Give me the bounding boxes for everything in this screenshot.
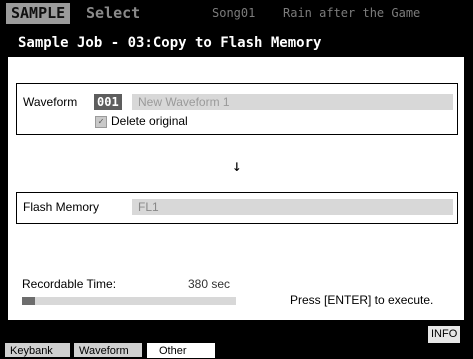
job-title: Sample Job - 03:Copy to Flash Memory — [18, 35, 322, 51]
song-name: Rain after the Game — [283, 6, 421, 20]
waveform-number-field[interactable]: 001 — [94, 94, 122, 110]
down-arrow-icon: ↓ — [232, 156, 242, 175]
tab-waveform[interactable]: Waveform — [73, 342, 143, 358]
recordable-time-label: Recordable Time: — [22, 277, 117, 291]
mode-badge: SAMPLE — [6, 3, 71, 24]
header-bar: SAMPLE Select Song01 Rain after the Game — [0, 0, 473, 27]
waveform-name-field[interactable]: New Waveform 1 — [132, 94, 453, 110]
flash-memory-label: Flash Memory — [23, 200, 100, 214]
delete-original-label: Delete original — [111, 114, 188, 128]
destination-box: Flash Memory FL1 — [16, 192, 458, 224]
delete-original-checkbox[interactable]: ✓ — [95, 116, 107, 128]
job-title-bar: Sample Job - 03:Copy to Flash Memory — [8, 29, 464, 57]
tab-keybank[interactable]: Keybank — [4, 342, 71, 358]
recordable-time-bar — [22, 297, 236, 305]
source-box: Waveform 001 New Waveform 1 ✓ Delete ori… — [16, 83, 458, 135]
job-panel: Sample Job - 03:Copy to Flash Memory Wav… — [6, 27, 466, 322]
recordable-time-bar-fill — [22, 297, 35, 305]
tab-other[interactable]: Other — [146, 342, 216, 358]
execute-prompt: Press [ENTER] to execute. — [290, 293, 434, 307]
flash-memory-field[interactable]: FL1 — [132, 199, 453, 215]
waveform-label: Waveform — [23, 95, 78, 109]
song-number: Song01 — [212, 6, 256, 20]
screen-name: Select — [86, 4, 141, 22]
tab-bar: Keybank Waveform Other — [0, 342, 473, 358]
recordable-time-value: 380 sec — [188, 277, 231, 291]
